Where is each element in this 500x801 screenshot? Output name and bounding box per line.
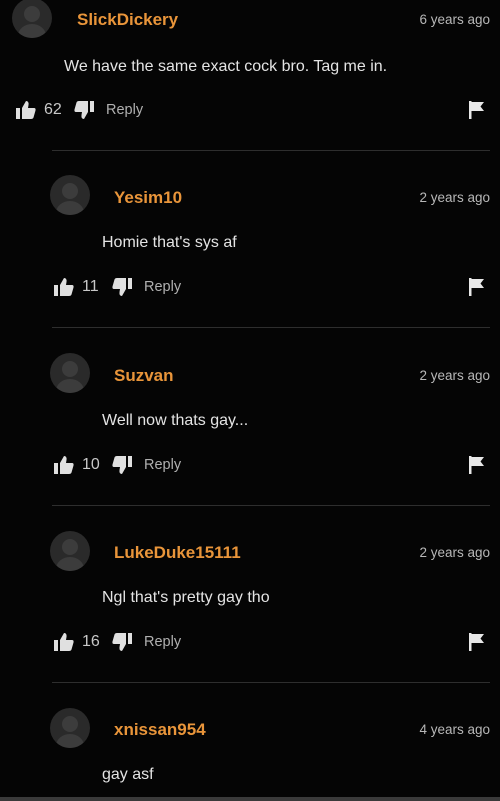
comment-text: Ngl that's pretty gay tho: [102, 589, 270, 606]
reply-button[interactable]: Reply: [106, 102, 143, 118]
divider: [52, 682, 490, 683]
avatar[interactable]: [50, 353, 90, 393]
comment-username[interactable]: xnissan954: [114, 720, 206, 740]
comment-timestamp: 6 years ago: [419, 12, 490, 27]
comment-actions: 16 Reply: [54, 630, 181, 654]
thumbs-up-icon[interactable]: [54, 632, 74, 652]
flag-icon[interactable]: [468, 278, 486, 296]
reply-button[interactable]: Reply: [144, 279, 181, 295]
thumbs-up-icon[interactable]: [54, 455, 74, 475]
comment-actions: 11 Reply: [54, 275, 181, 299]
avatar[interactable]: [50, 708, 90, 748]
avatar[interactable]: [50, 531, 90, 571]
divider: [52, 505, 490, 506]
comment-username[interactable]: Suzvan: [114, 366, 174, 386]
flag-icon[interactable]: [468, 101, 486, 119]
avatar[interactable]: [12, 0, 52, 38]
comment-username[interactable]: LukeDuke15111: [114, 543, 241, 563]
like-count: 10: [82, 456, 100, 473]
flag-icon[interactable]: [468, 633, 486, 651]
comment-text: gay asf: [102, 766, 154, 783]
divider: [52, 150, 490, 151]
scrollbar-track[interactable]: [0, 797, 500, 801]
reply-button[interactable]: Reply: [144, 457, 181, 473]
flag-icon[interactable]: [468, 456, 486, 474]
comment-timestamp: 2 years ago: [419, 190, 490, 205]
thumbs-up-icon[interactable]: [16, 100, 36, 120]
avatar[interactable]: [50, 175, 90, 215]
thumbs-down-icon[interactable]: [112, 455, 132, 475]
like-count: 16: [82, 633, 100, 650]
like-count: 62: [44, 101, 62, 118]
comment-username[interactable]: SlickDickery: [77, 10, 178, 30]
comment-actions: 62 Reply: [16, 98, 143, 122]
comment-timestamp: 2 years ago: [419, 368, 490, 383]
thumbs-down-icon[interactable]: [112, 632, 132, 652]
comment-thread: SlickDickery 6 years ago We have the sam…: [0, 0, 500, 801]
comment-username[interactable]: Yesim10: [114, 188, 182, 208]
divider: [52, 327, 490, 328]
thumbs-down-icon[interactable]: [112, 277, 132, 297]
comment-text: We have the same exact cock bro. Tag me …: [64, 58, 388, 75]
thumbs-up-icon[interactable]: [54, 277, 74, 297]
comment-text: Well now thats gay...: [102, 412, 249, 429]
reply-button[interactable]: Reply: [144, 634, 181, 650]
thumbs-down-icon[interactable]: [74, 100, 94, 120]
comment-timestamp: 2 years ago: [419, 545, 490, 560]
comment-timestamp: 4 years ago: [419, 722, 490, 737]
like-count: 11: [82, 278, 99, 295]
comment-actions: 10 Reply: [54, 453, 181, 477]
comment-text: Homie that's sys af: [102, 234, 237, 251]
